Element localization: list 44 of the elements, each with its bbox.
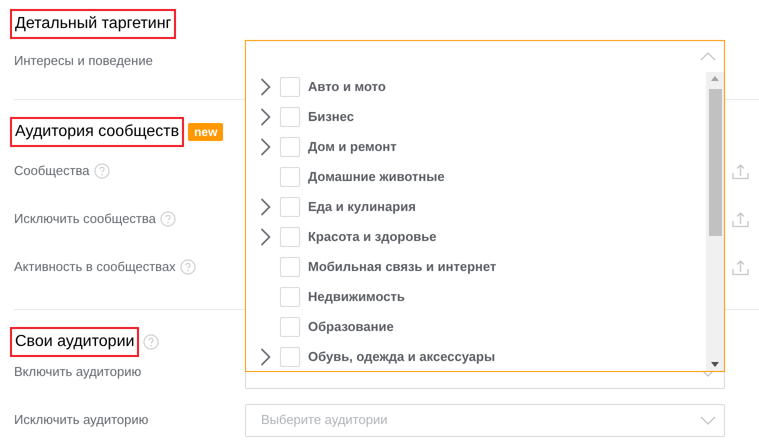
category-label[interactable]: Бизнес [308,107,354,127]
checkbox[interactable] [280,227,300,247]
category-label[interactable]: Еда и кулинария [308,197,416,217]
field-label: Исключить аудиторию [14,411,148,430]
section-title: Свои аудитории [10,327,140,357]
scroll-up-icon[interactable] [711,76,719,81]
checkbox[interactable] [280,287,300,307]
interests-dropdown[interactable]: Авто и мото Бизнес Дом и ремонт Домашние животные Еда и кулинария Красота и здоровье Мобильная связь и интернет Недвижимость Образование Обувь, одежда и аксессуары [245,40,725,372]
section-title: Детальный таргетинг [10,9,176,39]
placeholder-text: Выберите аудитории [261,411,388,430]
help-icon[interactable] [160,211,176,227]
chevron-down-icon [700,416,716,424]
field-label: Исключить сообщества [14,210,156,228]
help-icon[interactable] [180,259,196,275]
upload-icon[interactable] [732,258,749,276]
chevron-up-icon[interactable] [700,52,716,61]
upload-icon[interactable] [732,210,749,228]
category-label[interactable]: Обувь, одежда и аксессуары [308,347,496,367]
checkbox[interactable] [280,257,300,277]
category-label[interactable]: Образование [308,317,394,337]
checkbox[interactable] [280,317,300,337]
category-label[interactable]: Домашние животные [308,167,445,187]
field-label: Сообщества [14,162,90,180]
upload-icon[interactable] [732,162,749,180]
category-label[interactable]: Красота и здоровье [308,227,437,247]
category-label[interactable]: Авто и мото [308,77,386,97]
field-label: Интересы и поведение [14,52,153,70]
field-label: Включить аудиторию [14,363,142,382]
category-label[interactable]: Недвижимость [308,287,405,307]
new-badge: new [188,123,224,141]
checkbox[interactable] [280,347,300,367]
checkbox[interactable] [280,77,300,97]
checkbox[interactable] [280,107,300,127]
checkbox[interactable] [280,137,300,157]
scroll-down-icon[interactable] [711,362,719,367]
field-label: Активность в сообществах [14,258,176,276]
scrollbar[interactable] [706,72,724,371]
help-icon[interactable] [143,334,160,350]
category-label[interactable]: Дом и ремонт [308,137,397,157]
section-title: Аудитория сообществ [10,117,184,147]
checkbox[interactable] [280,197,300,217]
checkbox[interactable] [280,167,300,187]
category-label[interactable]: Мобильная связь и интернет [308,257,496,277]
help-icon[interactable] [94,163,110,179]
